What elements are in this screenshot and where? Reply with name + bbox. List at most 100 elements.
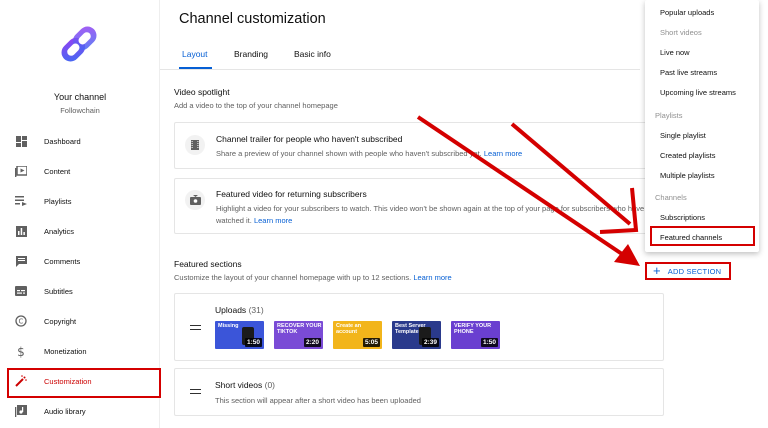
add-section-label: ADD SECTION [667,266,722,276]
sidebar-nav: Dashboard Content Playlists Analytics Co… [0,126,161,426]
dashboard-icon [14,134,28,148]
uploads-title-text: Uploads [215,305,247,315]
svg-text:C: C [19,317,24,325]
learn-more-link[interactable]: Learn more [413,273,451,282]
menu-item-past-live-streams[interactable]: Past live streams [660,68,717,77]
thumbnail-caption: VERIFY YOUR PHONE [454,323,492,335]
featured-channels-highlight-box [650,226,755,246]
featured-sections-desc: Customize the layout of your channel hom… [174,273,452,282]
film-icon [185,135,205,155]
channel-trailer-title: Channel trailer for people who haven't s… [216,134,403,144]
tab-branding[interactable]: Branding [234,49,268,59]
sidebar-item-label: Subtitles [44,286,73,296]
short-videos-title: Short videos (0) [215,380,275,390]
channel-avatar[interactable] [52,17,106,71]
sidebar-item-playlists[interactable]: Playlists [0,186,160,216]
video-duration: 1:50 [480,338,498,347]
active-tab-indicator [179,67,212,69]
add-section-menu: Popular uploads Short videos Live now Pa… [645,0,759,252]
sidebar-item-analytics[interactable]: Analytics [0,216,160,246]
page-title: Channel customization [179,11,326,27]
learn-more-link[interactable]: Learn more [484,149,522,158]
short-videos-section-card[interactable]: Short videos (0) This section will appea… [174,368,664,416]
thumbnail-caption: Missing [218,323,239,329]
drag-handle-icon[interactable] [190,389,201,394]
uploads-thumbnails: Missing 1:50 RECOVER YOUR TIKTOK 2:20 Cr… [215,321,500,349]
sidebar-item-copyright[interactable]: C Copyright [0,306,160,336]
video-thumbnail[interactable]: Create an account 5:05 [333,321,382,349]
video-spotlight-desc: Add a video to the top of your channel h… [174,101,338,110]
menu-group-playlists: Playlists [655,111,683,120]
featured-video-card[interactable]: Featured video for returning subscribers… [174,178,664,234]
customization-icon [14,374,28,388]
sidebar-item-dashboard[interactable]: Dashboard [0,126,160,156]
drag-handle-icon[interactable] [190,325,201,330]
featured-video-title: Featured video for returning subscribers [216,189,367,199]
youtube-studio-screen: Your channel Followchain Dashboard Conte… [0,0,768,428]
menu-item-subscriptions[interactable]: Subscriptions [660,213,705,222]
sidebar-item-label: Dashboard [44,136,81,146]
featured-sections-title: Featured sections [174,259,242,269]
sidebar-item-monetization[interactable]: $ Monetization [0,336,160,366]
video-spotlight-title: Video spotlight [174,87,230,97]
sidebar-item-label: Customization [44,376,92,386]
featured-video-icon [185,190,205,210]
audio-library-icon [14,404,28,418]
video-thumbnail[interactable]: RECOVER YOUR TIKTOK 2:20 [274,321,323,349]
uploads-section-card[interactable]: Uploads (31) Missing 1:50 RECOVER YOUR T… [174,293,664,361]
sidebar-item-content[interactable]: Content [0,156,160,186]
sidebar-item-label: Audio library [44,406,86,416]
video-duration: 1:50 [244,338,262,347]
thumbnail-caption: Create an account [336,323,362,335]
channel-trailer-card[interactable]: Channel trailer for people who haven't s… [174,122,664,169]
featured-video-desc: Highlight a video for your subscribers t… [216,203,656,227]
sidebar-item-audio-library[interactable]: Audio library [0,396,160,426]
copyright-icon: C [14,314,28,328]
sidebar: Your channel Followchain Dashboard Conte… [0,0,161,428]
thumbnail-caption: RECOVER YOUR TIKTOK [277,323,322,335]
sidebar-item-label: Content [44,166,71,176]
sidebar-item-customization[interactable]: Customization [0,366,161,398]
subtitles-icon [14,284,28,298]
sidebar-item-subtitles[interactable]: Subtitles [0,276,160,306]
video-duration: 2:20 [303,338,321,347]
video-duration: 5:05 [362,338,380,347]
analytics-icon [14,224,28,238]
sidebar-item-label: Playlists [44,196,72,206]
channel-trailer-desc: Share a preview of your channel shown wi… [216,148,656,160]
featured-sections-desc-text: Customize the layout of your channel hom… [174,273,412,282]
short-videos-title-text: Short videos [215,380,263,390]
video-thumbnail[interactable]: VERIFY YOUR PHONE 1:50 [451,321,500,349]
menu-item-upcoming-live-streams[interactable]: Upcoming live streams [660,88,736,97]
tab-bar: Layout Branding Basic info [160,40,640,70]
sidebar-item-label: Monetization [44,346,87,356]
menu-item-live-now[interactable]: Live now [660,48,690,57]
sidebar-item-comments[interactable]: Comments [0,246,160,276]
short-videos-desc: This section will appear after a short v… [215,396,421,405]
channel-trailer-desc-text: Share a preview of your channel shown wi… [216,149,482,158]
video-thumbnail[interactable]: Missing 1:50 [215,321,264,349]
menu-item-multiple-playlists[interactable]: Multiple playlists [660,171,715,180]
uploads-section-title: Uploads (31) [215,305,264,315]
sidebar-item-label: Copyright [44,316,77,326]
channel-title: Your channel [53,92,107,102]
tab-layout[interactable]: Layout [182,49,208,59]
menu-item-popular-uploads[interactable]: Popular uploads [660,8,714,17]
menu-item-single-playlist[interactable]: Single playlist [660,131,706,140]
playlists-icon [14,194,28,208]
menu-item-short-videos: Short videos [660,28,702,37]
video-thumbnail[interactable]: Best Server Templates 2:39 [392,321,441,349]
sidebar-item-label: Analytics [44,226,75,236]
menu-item-created-playlists[interactable]: Created playlists [660,151,715,160]
comments-icon [14,254,28,268]
channel-name: Followchain [60,106,100,115]
learn-more-link[interactable]: Learn more [254,216,292,225]
sidebar-item-label: Comments [44,256,81,266]
content-icon [14,164,28,178]
tab-basic-info[interactable]: Basic info [294,49,331,59]
monetization-icon: $ [14,344,28,358]
menu-group-channels: Channels [655,193,687,202]
thumbnail-caption: Best Server Templates [395,323,426,335]
plus-icon: + [653,263,661,278]
add-section-button[interactable]: + ADD SECTION [645,262,731,280]
